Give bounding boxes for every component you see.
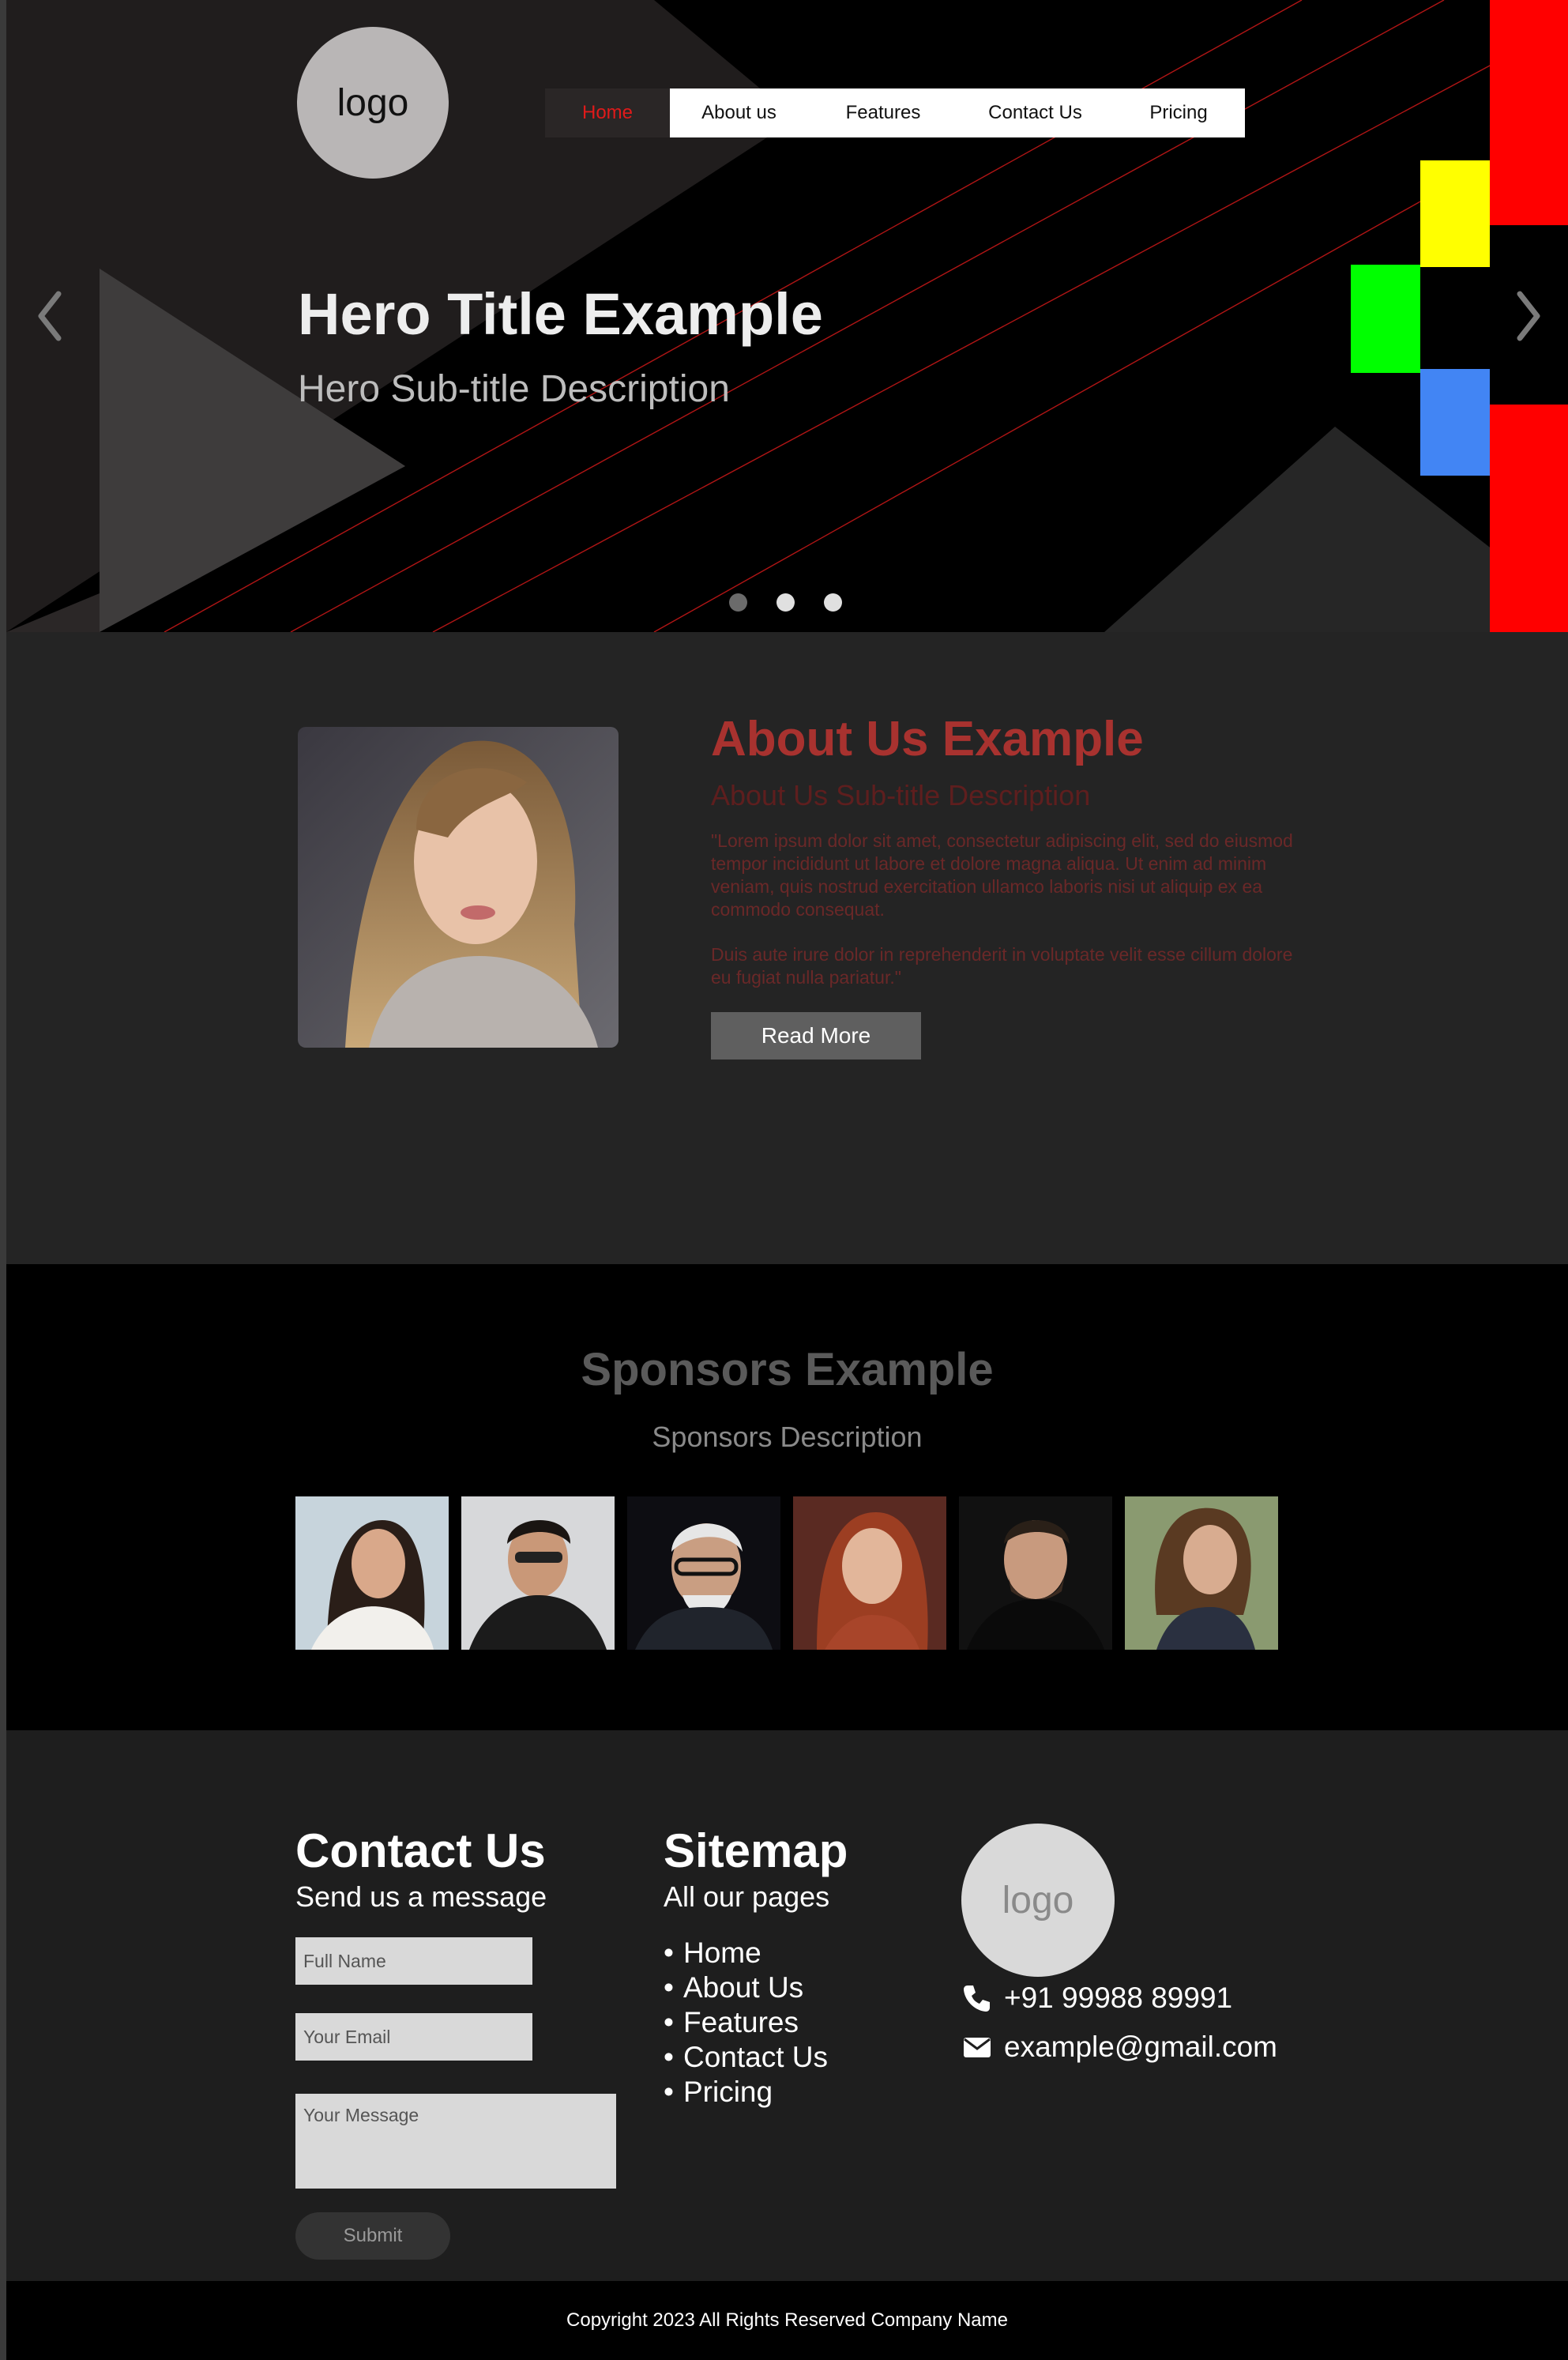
- about-paragraph: "Lorem ipsum dolor sit amet, consectetur…: [711, 830, 1293, 920]
- sponsor-image[interactable]: [793, 1496, 946, 1650]
- phone-icon: [964, 1985, 990, 2012]
- sponsor-image[interactable]: [1125, 1496, 1278, 1650]
- hero-subtitle: Hero Sub-title Description: [298, 368, 730, 410]
- slider-dot[interactable]: [824, 593, 842, 612]
- chevron-right-icon[interactable]: [1509, 284, 1548, 348]
- email-line: example@gmail.com: [961, 2031, 1277, 2064]
- page: logo Home About us Features Contact Us P…: [6, 0, 1568, 2360]
- sitemap-link-features[interactable]: Features: [664, 2005, 828, 2040]
- hero-title: Hero Title Example: [298, 281, 823, 347]
- sponsors-section: Sponsors Example Sponsors Description: [6, 1264, 1568, 1730]
- nav-contact[interactable]: Contact Us: [958, 88, 1112, 137]
- sponsor-image[interactable]: [295, 1496, 449, 1650]
- slider-dots: [729, 593, 842, 612]
- email-field[interactable]: [295, 2013, 532, 2061]
- about-text: "Lorem ipsum dolor sit amet, consectetur…: [711, 830, 1295, 989]
- nav-about[interactable]: About us: [670, 88, 808, 137]
- logo-text: logo: [337, 81, 409, 124]
- phone-line: +91 99988 89991: [961, 1982, 1232, 2015]
- submit-button[interactable]: Submit: [295, 2212, 450, 2260]
- slider-dot[interactable]: [729, 593, 747, 612]
- main-nav: Home About us Features Contact Us Pricin…: [545, 88, 1245, 137]
- nav-home[interactable]: Home: [545, 88, 670, 137]
- message-field[interactable]: [295, 2094, 616, 2189]
- nav-pricing[interactable]: Pricing: [1112, 88, 1245, 137]
- about-section: About Us Example About Us Sub-title Desc…: [6, 632, 1568, 1264]
- email-address[interactable]: example@gmail.com: [1004, 2031, 1277, 2064]
- footer-section: Contact Us Send us a message Submit Site…: [6, 1730, 1568, 2281]
- sitemap-title: Sitemap: [664, 1824, 848, 1877]
- about-subtitle: About Us Sub-title Description: [711, 779, 1091, 811]
- read-more-button[interactable]: Read More: [711, 1012, 921, 1060]
- sitemap-link-pricing[interactable]: Pricing: [664, 2075, 828, 2110]
- sitemap-list: Home About Us Features Contact Us Pricin…: [664, 1936, 828, 2110]
- full-name-field[interactable]: [295, 1937, 532, 1985]
- contact-title: Contact Us: [295, 1824, 546, 1877]
- sitemap-link-home[interactable]: Home: [664, 1936, 828, 1970]
- header-logo[interactable]: logo: [297, 27, 449, 179]
- copyright-bar: Copyright 2023 All Rights Reserved Compa…: [6, 2281, 1568, 2360]
- sitemap-subtitle: All our pages: [664, 1880, 830, 1913]
- copyright-text: Copyright 2023 All Rights Reserved Compa…: [566, 2309, 1008, 2331]
- about-photo: [298, 727, 619, 1048]
- sitemap-link-contact[interactable]: Contact Us: [664, 2040, 828, 2075]
- hero-section: logo Home About us Features Contact Us P…: [6, 0, 1568, 632]
- about-paragraph: Duis aute irure dolor in reprehenderit i…: [711, 944, 1293, 988]
- sponsors-description: Sponsors Description: [652, 1421, 923, 1453]
- nav-features[interactable]: Features: [808, 88, 958, 137]
- phone-number[interactable]: +91 99988 89991: [1004, 1982, 1232, 2015]
- sponsor-image[interactable]: [959, 1496, 1112, 1650]
- envelope-icon: [964, 2038, 991, 2057]
- footer-logo[interactable]: logo: [961, 1824, 1115, 1977]
- chevron-left-icon[interactable]: [30, 284, 70, 348]
- slider-dot[interactable]: [776, 593, 795, 612]
- sponsor-image[interactable]: [627, 1496, 780, 1650]
- contact-subtitle: Send us a message: [295, 1880, 547, 1913]
- footer-logo-text: logo: [1002, 1879, 1074, 1921]
- sponsors-title: Sponsors Example: [581, 1344, 994, 1395]
- sitemap-link-about[interactable]: About Us: [664, 1970, 828, 2005]
- sponsor-image[interactable]: [461, 1496, 615, 1650]
- page-edge-strip: [0, 0, 6, 2360]
- about-title: About Us Example: [711, 712, 1144, 766]
- sponsor-logos: [295, 1496, 1278, 1650]
